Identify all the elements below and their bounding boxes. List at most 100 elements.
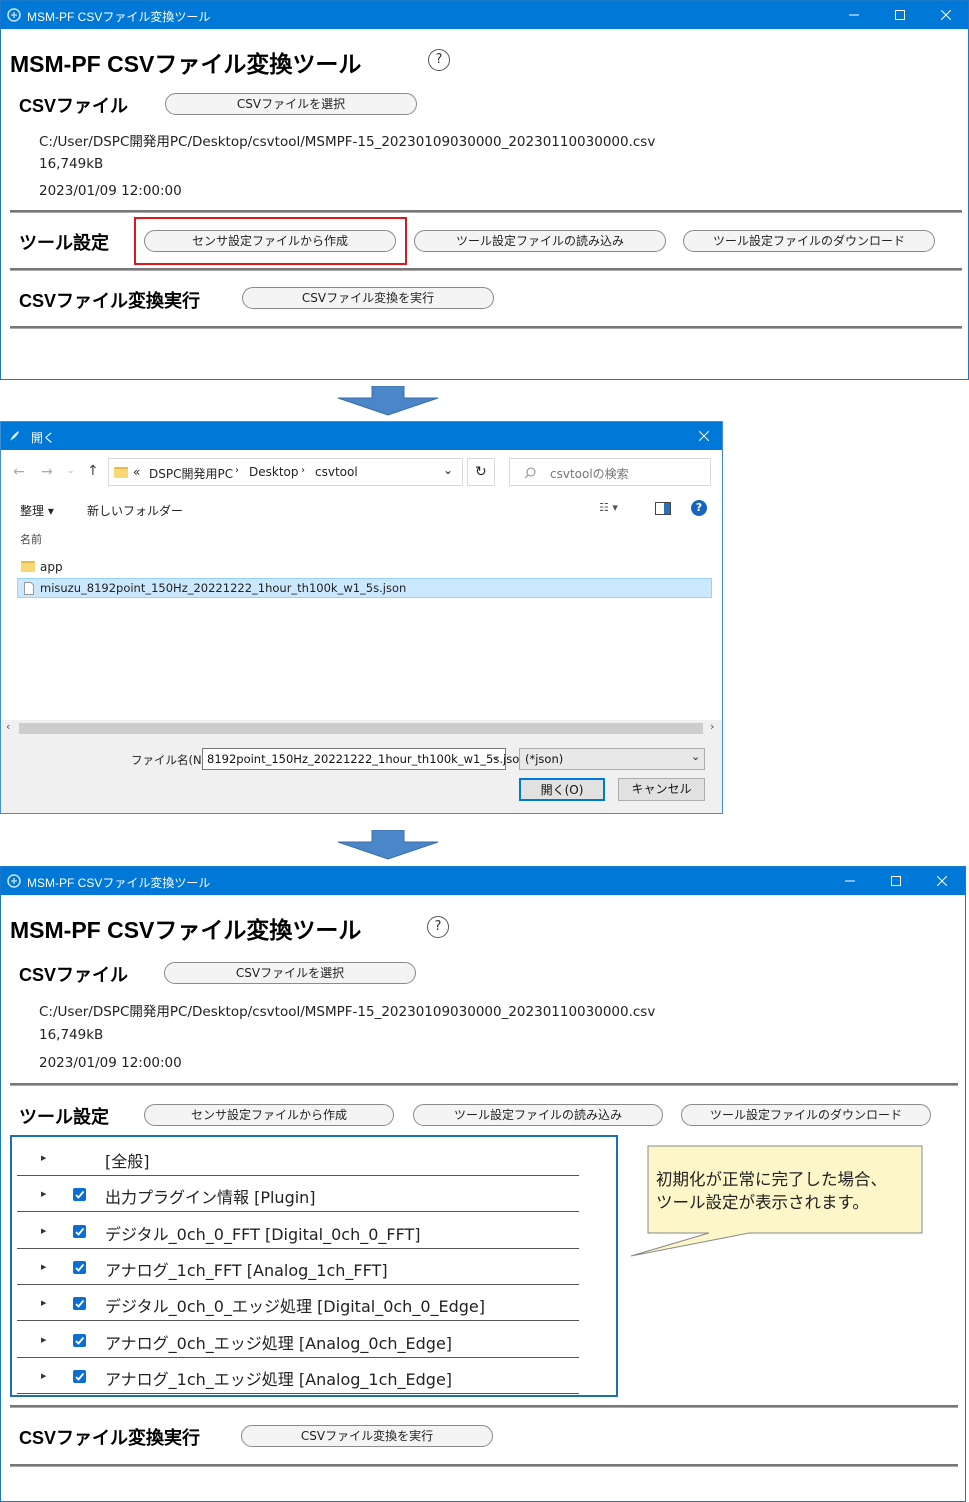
section-divider xyxy=(10,1083,958,1086)
convert-button[interactable]: CSVファイル変換を実行 xyxy=(242,287,494,309)
convert-section-label: CSVファイル変換実行 xyxy=(19,291,201,311)
file-path: C:/User/DSPC開発用PC/Desktop/csvtool/MSMPF-… xyxy=(39,1004,656,1020)
new-folder-button[interactable]: 新しいフォルダー xyxy=(87,502,183,519)
chevron-down-icon[interactable]: ⌄ xyxy=(443,463,453,477)
close-icon[interactable] xyxy=(923,1,969,29)
preview-pane-icon[interactable] xyxy=(655,502,671,515)
tool-section-label: ツール設定 xyxy=(19,1107,109,1127)
help-icon[interactable]: ? xyxy=(427,916,449,938)
expand-triangle-icon[interactable]: ▶ xyxy=(41,1154,46,1162)
load-tool-settings-button[interactable]: ツール設定ファイルの読み込み xyxy=(413,1104,663,1126)
open-button[interactable]: 開く(O) xyxy=(519,778,605,801)
expand-triangle-icon[interactable]: ▶ xyxy=(41,1336,46,1344)
help-icon[interactable]: ? xyxy=(691,500,707,516)
cancel-button[interactable]: キャンセル xyxy=(618,778,705,801)
tree-row-label: デジタル_0ch_0_エッジ処理 [Digital_0ch_0_Edge] xyxy=(105,1297,486,1317)
tree-row[interactable]: ▶ [全般] xyxy=(17,1140,579,1176)
dialog-title-bar[interactable]: 開く xyxy=(1,422,722,450)
expand-triangle-icon[interactable]: ▶ xyxy=(41,1263,46,1271)
download-tool-settings-button[interactable]: ツール設定ファイルのダウンロード xyxy=(681,1104,931,1126)
up-arrow-icon[interactable]: ↑ xyxy=(87,463,99,479)
checkbox-checked[interactable] xyxy=(73,1224,86,1238)
app-window-initial: MSM-PF CSVファイル変換ツール MSM-PF CSVファイル変換ツール … xyxy=(0,0,969,380)
help-icon[interactable]: ? xyxy=(428,49,450,71)
load-tool-settings-button[interactable]: ツール設定ファイルの読み込み xyxy=(414,230,666,252)
open-file-dialog: 開く ← → ⌄ ↑ « DSPC開発用PC › Desktop › csvto… xyxy=(0,421,723,814)
forward-arrow-icon[interactable]: → xyxy=(41,464,53,480)
expand-triangle-icon[interactable]: ▶ xyxy=(41,1227,46,1235)
page-title: MSM-PF CSVファイル変換ツール xyxy=(10,51,362,77)
tree-row[interactable]: ▶ デジタル_0ch_0_エッジ処理 [Digital_0ch_0_Edge] xyxy=(17,1285,579,1322)
tree-row[interactable]: ▶ デジタル_0ch_0_FFT [Digital_0ch_0_FFT] xyxy=(17,1213,579,1249)
breadcrumb-item[interactable]: DSPC開発用PC xyxy=(149,465,233,482)
folder-icon xyxy=(21,561,35,572)
tree-row[interactable]: ▶ アナログ_0ch_エッジ処理 [Analog_0ch_Edge] xyxy=(17,1322,579,1358)
chevron-down-icon[interactable]: ⌄ xyxy=(491,750,500,763)
minimize-icon[interactable] xyxy=(827,867,873,895)
download-tool-settings-button[interactable]: ツール設定ファイルのダウンロード xyxy=(683,230,935,252)
scrollbar-thumb[interactable] xyxy=(19,723,703,734)
title-bar[interactable]: MSM-PF CSVファイル変換ツール xyxy=(1,1,968,29)
minimize-icon[interactable] xyxy=(831,1,877,29)
file-path: C:/User/DSPC開発用PC/Desktop/csvtool/MSMPF-… xyxy=(39,134,656,150)
close-icon[interactable] xyxy=(685,422,723,450)
tree-row-label: [全般] xyxy=(105,1152,150,1171)
create-from-sensor-button[interactable]: センサ設定ファイルから作成 xyxy=(144,230,396,252)
filename-input[interactable]: 8192point_150Hz_20221222_1hour_th100k_w1… xyxy=(202,748,527,770)
horizontal-scrollbar[interactable]: ‹ › xyxy=(1,720,722,737)
scroll-right-icon[interactable]: › xyxy=(710,720,714,733)
expand-triangle-icon[interactable]: ▶ xyxy=(41,1299,46,1307)
app-window-loaded: MSM-PF CSVファイル変換ツール MSM-PF CSVファイル変換ツール … xyxy=(0,866,966,1502)
page-title: MSM-PF CSVファイル変換ツール xyxy=(10,917,362,943)
list-item-label: app xyxy=(40,560,63,574)
checkbox-checked[interactable] xyxy=(73,1369,86,1383)
down-arrow-icon xyxy=(337,386,439,416)
maximize-icon[interactable] xyxy=(877,1,923,29)
checkbox-checked[interactable] xyxy=(73,1260,86,1274)
tree-row[interactable]: ▶ アナログ_1ch_エッジ処理 [Analog_1ch_Edge] xyxy=(17,1358,579,1394)
checkbox-checked[interactable] xyxy=(73,1297,86,1311)
select-csv-button[interactable]: CSVファイルを選択 xyxy=(165,93,417,115)
file-date: 2023/01/09 12:00:00 xyxy=(39,183,182,199)
folder-icon xyxy=(114,467,128,478)
file-size: 16,749kB xyxy=(39,156,104,172)
section-divider xyxy=(10,326,962,329)
down-arrow-icon xyxy=(337,830,439,860)
tool-section-label: ツール設定 xyxy=(19,233,109,253)
csv-section-label: CSVファイル xyxy=(19,965,129,985)
chevron-down-icon[interactable]: ⌄ xyxy=(691,750,700,763)
dialog-title: 開く xyxy=(31,431,56,445)
tree-row[interactable]: ▶ 出力プラグイン情報 [Plugin] xyxy=(17,1176,579,1213)
address-bar[interactable]: « DSPC開発用PC › Desktop › csvtool ⌄ xyxy=(108,458,463,486)
recent-chevron-icon[interactable]: ⌄ xyxy=(67,466,75,476)
checkbox-checked[interactable] xyxy=(73,1333,86,1347)
tree-row-label: デジタル_0ch_0_FFT [Digital_0ch_0_FFT] xyxy=(105,1224,421,1244)
close-icon[interactable] xyxy=(919,867,965,895)
title-bar[interactable]: MSM-PF CSVファイル変換ツール xyxy=(1,867,965,895)
column-header-name[interactable]: 名前 xyxy=(20,531,42,547)
organize-menu[interactable]: 整理 ▾ xyxy=(20,502,54,519)
search-icon xyxy=(524,467,536,479)
chevron-right-icon: › xyxy=(235,465,239,476)
create-from-sensor-button[interactable]: センサ設定ファイルから作成 xyxy=(144,1104,394,1126)
tree-row[interactable]: ▶ アナログ_1ch_FFT [Analog_1ch_FFT] xyxy=(17,1249,579,1285)
checkbox-checked[interactable] xyxy=(73,1188,86,1202)
list-item[interactable]: app xyxy=(19,558,319,576)
breadcrumb-item[interactable]: csvtool xyxy=(315,465,358,479)
maximize-icon[interactable] xyxy=(873,867,919,895)
refresh-button[interactable]: ↻ xyxy=(467,458,495,486)
back-arrow-icon[interactable]: ← xyxy=(13,464,25,480)
tree-row-label: 出力プラグイン情報 [Plugin] xyxy=(105,1188,316,1208)
expand-triangle-icon[interactable]: ▶ xyxy=(41,1190,46,1198)
file-type-select[interactable]: (*json) xyxy=(519,748,705,770)
convert-section-label: CSVファイル変換実行 xyxy=(19,1428,201,1448)
convert-button[interactable]: CSVファイル変換を実行 xyxy=(241,1425,493,1447)
scroll-left-icon[interactable]: ‹ xyxy=(6,720,10,733)
expand-triangle-icon[interactable]: ▶ xyxy=(41,1372,46,1380)
search-input[interactable]: csvtoolの検索 xyxy=(509,458,711,486)
refresh-icon: ↻ xyxy=(475,464,487,480)
breadcrumb-item[interactable]: Desktop xyxy=(249,465,299,479)
view-options-icon[interactable]: ☷ ▾ xyxy=(599,501,618,514)
select-csv-button[interactable]: CSVファイルを選択 xyxy=(164,962,416,984)
list-item-selected[interactable]: misuzu_8192point_150Hz_20221222_1hour_th… xyxy=(17,578,712,598)
